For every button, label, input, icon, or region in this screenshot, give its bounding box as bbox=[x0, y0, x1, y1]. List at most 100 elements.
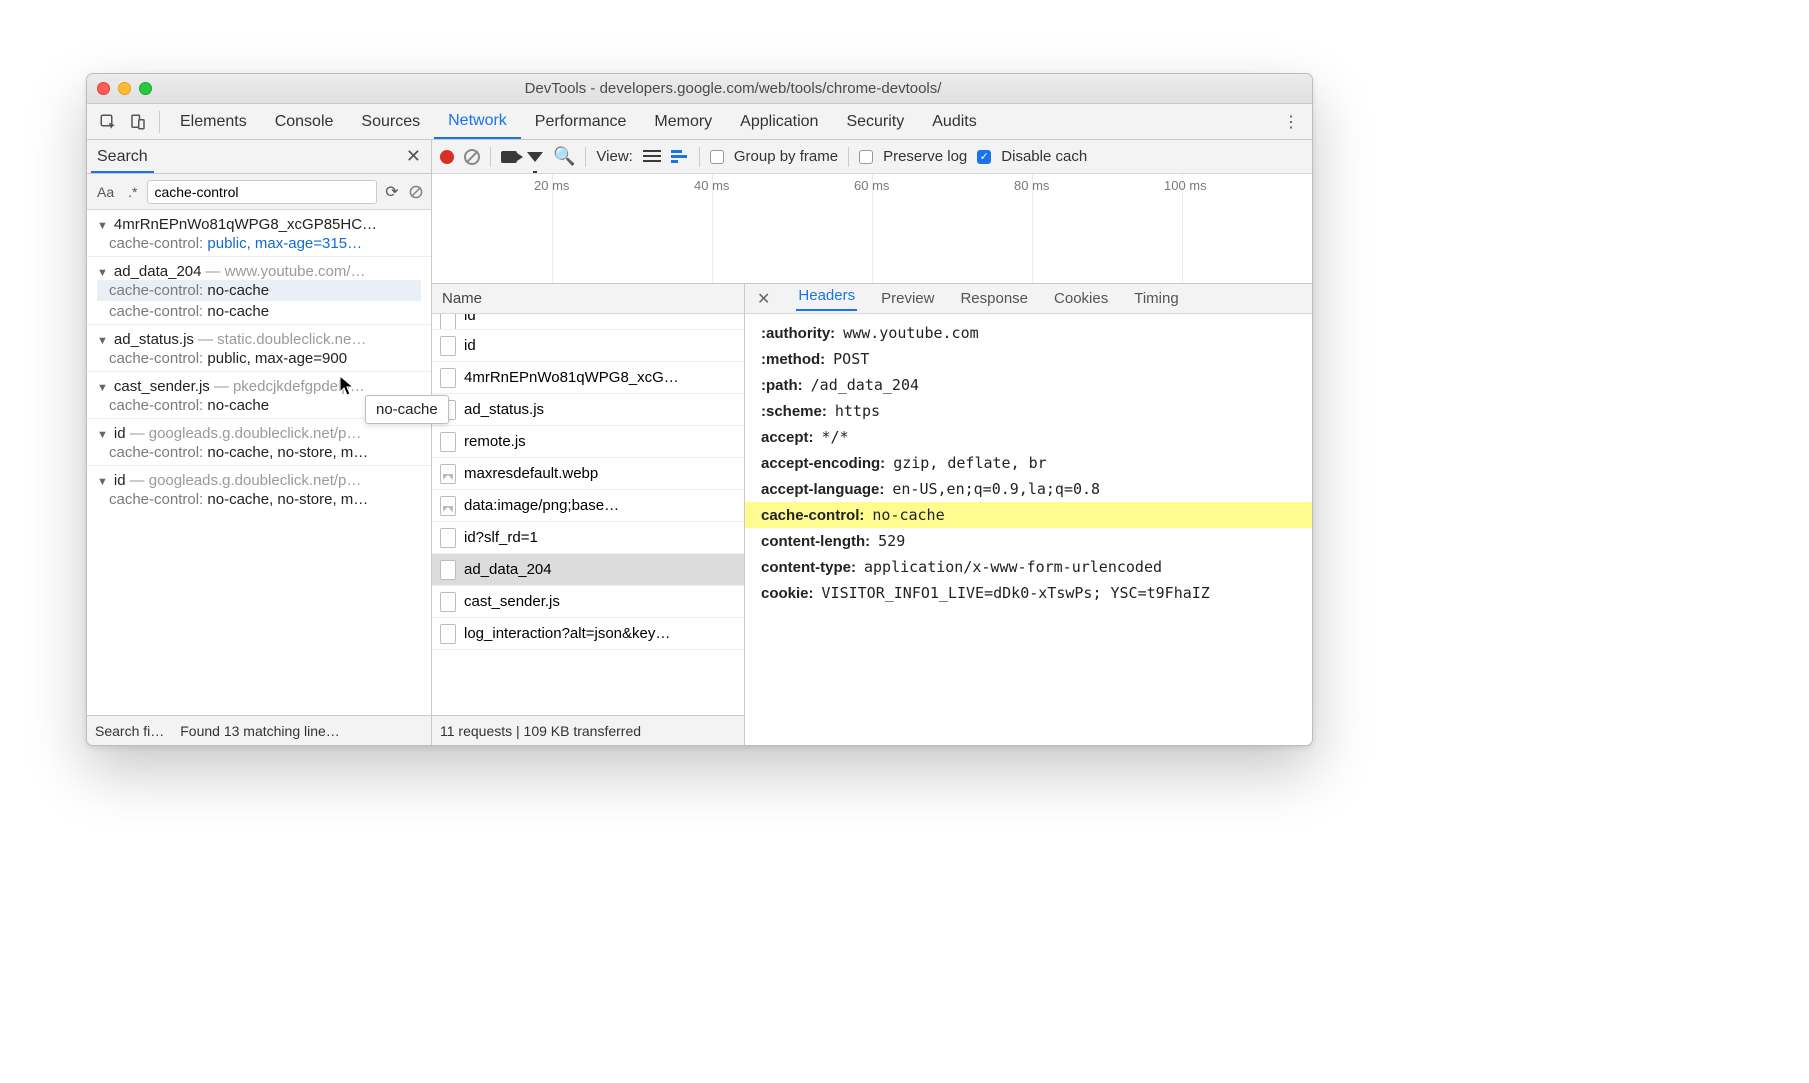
tab-performance[interactable]: Performance bbox=[521, 104, 641, 139]
search-result-title[interactable]: ▼cast_sender.js — pkedcjkdefgpdelp… bbox=[97, 378, 421, 395]
search-result-group[interactable]: ▼ad_status.js — static.doubleclick.ne…ca… bbox=[87, 324, 431, 371]
match-case-toggle[interactable]: Aa bbox=[93, 182, 118, 202]
filter-toggle-icon[interactable] bbox=[527, 152, 543, 162]
search-result-line[interactable]: cache-control: no-cache, no-store, m… bbox=[97, 489, 421, 510]
search-result-title[interactable]: ▼id — googleads.g.doubleclick.net/p… bbox=[97, 425, 421, 442]
table-row[interactable]: 4mrRnEPnWo81qWPG8_xcG… bbox=[432, 362, 744, 394]
header-key: :path: bbox=[761, 377, 803, 394]
detail-tab-cookies[interactable]: Cookies bbox=[1052, 290, 1110, 307]
table-row[interactable]: id?slf_rd=1 bbox=[432, 522, 744, 554]
screenshots-toggle-icon[interactable] bbox=[501, 151, 517, 163]
separator bbox=[848, 147, 849, 167]
group-by-frame-checkbox[interactable] bbox=[710, 150, 724, 164]
timeline-tick: 60 ms bbox=[854, 178, 889, 193]
table-row[interactable]: ad_data_204 bbox=[432, 554, 744, 586]
search-result-title[interactable]: ▼ad_data_204 — www.youtube.com/… bbox=[97, 263, 421, 280]
header-value: en-US,en;q=0.9,la;q=0.8 bbox=[892, 480, 1100, 498]
detail-tab-headers[interactable]: Headers bbox=[796, 287, 857, 311]
search-icon[interactable]: 🔍 bbox=[553, 146, 575, 167]
disable-cache-checkbox[interactable]: ✓ bbox=[977, 150, 991, 164]
search-drawer: Search ✕ Aa .* ⟳ ▼4mrRnEPnWo81qWPG8_xcGP… bbox=[87, 140, 432, 745]
search-result-title[interactable]: ▼ad_status.js — static.doubleclick.ne… bbox=[97, 331, 421, 348]
script-file-icon bbox=[440, 336, 456, 356]
clear-icon[interactable] bbox=[407, 183, 425, 201]
table-row[interactable]: data:image/png;base… bbox=[432, 490, 744, 522]
group-by-frame-label: Group by frame bbox=[734, 148, 838, 165]
search-result-title[interactable]: ▼4mrRnEPnWo81qWPG8_xcGP85HC… bbox=[97, 216, 421, 233]
tab-network[interactable]: Network bbox=[434, 104, 521, 139]
more-menu-icon[interactable]: ⋮ bbox=[1278, 109, 1304, 135]
tab-application[interactable]: Application bbox=[726, 104, 832, 139]
minimize-window-button[interactable] bbox=[118, 82, 131, 95]
request-name: log_interaction?alt=json&key… bbox=[464, 625, 670, 642]
request-name: remote.js bbox=[464, 433, 526, 450]
devtools-toolbar: ElementsConsoleSourcesNetworkPerformance… bbox=[87, 104, 1312, 140]
script-file-icon bbox=[440, 368, 456, 388]
timeline-tick: 100 ms bbox=[1164, 178, 1207, 193]
request-name: data:image/png;base… bbox=[464, 497, 619, 514]
clear-button[interactable] bbox=[464, 149, 480, 165]
regex-toggle[interactable]: .* bbox=[124, 182, 141, 202]
close-icon[interactable]: ✕ bbox=[406, 146, 421, 167]
table-row[interactable]: id bbox=[432, 330, 744, 362]
table-row[interactable]: ad_status.js bbox=[432, 394, 744, 426]
search-result-group[interactable]: ▼4mrRnEPnWo81qWPG8_xcGP85HC… cache-contr… bbox=[87, 210, 431, 256]
search-result-group[interactable]: ▼ad_data_204 — www.youtube.com/…cache-co… bbox=[87, 256, 431, 324]
close-window-button[interactable] bbox=[97, 82, 110, 95]
header-key: cookie: bbox=[761, 585, 814, 602]
zoom-window-button[interactable] bbox=[139, 82, 152, 95]
separator bbox=[159, 111, 160, 133]
search-result-line[interactable]: cache-control: no-cache bbox=[97, 301, 421, 322]
waterfall-view-icon[interactable] bbox=[671, 150, 689, 163]
record-button[interactable] bbox=[440, 150, 454, 164]
header-row: :authority:www.youtube.com bbox=[745, 320, 1312, 346]
detail-tab-timing[interactable]: Timing bbox=[1132, 290, 1180, 307]
table-row[interactable]: cast_sender.js bbox=[432, 586, 744, 618]
detail-tab-response[interactable]: Response bbox=[958, 290, 1030, 307]
request-name: id?slf_rd=1 bbox=[464, 529, 538, 546]
request-name: cast_sender.js bbox=[464, 593, 560, 610]
request-summary: 11 requests | 109 KB transferred bbox=[440, 723, 641, 739]
request-list: idid4mrRnEPnWo81qWPG8_xcG…ad_status.jsre… bbox=[432, 314, 744, 715]
search-footer: Search fi… Found 13 matching line… bbox=[87, 715, 431, 745]
large-rows-icon[interactable] bbox=[643, 150, 661, 164]
search-input[interactable] bbox=[147, 180, 377, 204]
tab-sources[interactable]: Sources bbox=[347, 104, 434, 139]
header-value: POST bbox=[833, 350, 869, 368]
search-result-group[interactable]: ▼id — googleads.g.doubleclick.net/p…cach… bbox=[87, 418, 431, 465]
tab-elements[interactable]: Elements bbox=[166, 104, 261, 139]
search-result-title[interactable]: ▼id — googleads.g.doubleclick.net/p… bbox=[97, 472, 421, 489]
refresh-icon[interactable]: ⟳ bbox=[383, 183, 401, 201]
device-toolbar-icon[interactable] bbox=[125, 109, 151, 135]
search-result-line[interactable]: cache-control: public, max-age=315… bbox=[97, 233, 421, 254]
request-detail-pane: ✕ Headers Preview Response Cookies Timing :a… bbox=[745, 284, 1312, 745]
preserve-log-checkbox[interactable] bbox=[859, 150, 873, 164]
header-key: accept: bbox=[761, 429, 814, 446]
search-result-line[interactable]: cache-control: no-cache, no-store, m… bbox=[97, 442, 421, 463]
table-row[interactable]: maxresdefault.webp bbox=[432, 458, 744, 490]
tab-memory[interactable]: Memory bbox=[640, 104, 726, 139]
detail-tab-preview[interactable]: Preview bbox=[879, 290, 936, 307]
tab-audits[interactable]: Audits bbox=[918, 104, 990, 139]
table-row[interactable]: log_interaction?alt=json&key… bbox=[432, 618, 744, 650]
search-footer-right: Found 13 matching line… bbox=[180, 723, 340, 739]
tab-console[interactable]: Console bbox=[261, 104, 348, 139]
table-row[interactable]: id bbox=[432, 314, 744, 330]
tooltip-text: no-cache bbox=[376, 401, 438, 418]
header-row: :path:/ad_data_204 bbox=[745, 372, 1312, 398]
search-results: ▼4mrRnEPnWo81qWPG8_xcGP85HC… cache-contr… bbox=[87, 210, 431, 715]
tab-security[interactable]: Security bbox=[832, 104, 918, 139]
search-result-group[interactable]: ▼id — googleads.g.doubleclick.net/p…cach… bbox=[87, 465, 431, 512]
inspect-element-icon[interactable] bbox=[95, 109, 121, 135]
request-list-header[interactable]: Name bbox=[432, 284, 744, 314]
request-list-pane: Name idid4mrRnEPnWo81qWPG8_xcG…ad_status… bbox=[432, 284, 745, 745]
network-timeline[interactable]: 20 ms40 ms60 ms80 ms100 ms bbox=[432, 174, 1312, 284]
close-detail-icon[interactable]: ✕ bbox=[757, 289, 770, 309]
image-file-icon bbox=[440, 464, 456, 484]
header-value: VISITOR_INFO1_LIVE=dDk0-xTswPs; YSC=t9Fh… bbox=[822, 584, 1210, 602]
timeline-tick: 80 ms bbox=[1014, 178, 1049, 193]
header-row: :method:POST bbox=[745, 346, 1312, 372]
table-row[interactable]: remote.js bbox=[432, 426, 744, 458]
search-result-line[interactable]: cache-control: public, max-age=900 bbox=[97, 348, 421, 369]
search-result-line[interactable]: cache-control: no-cache bbox=[97, 280, 421, 301]
